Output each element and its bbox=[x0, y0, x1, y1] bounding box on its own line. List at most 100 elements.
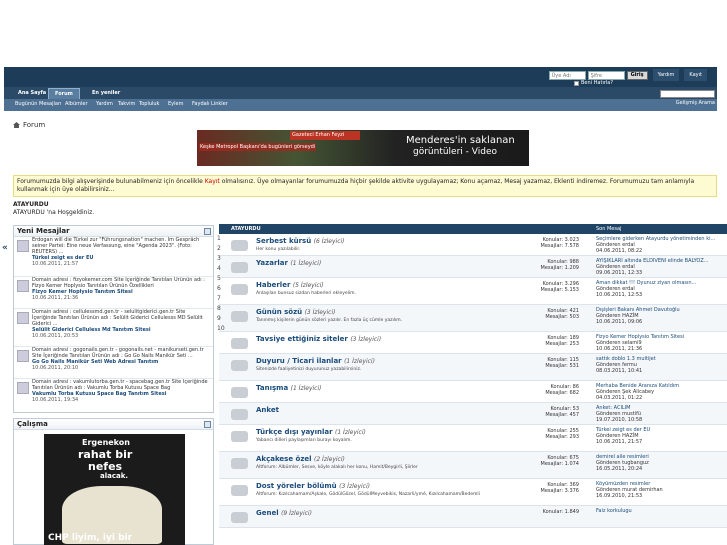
forum-row[interactable]: Dost yöreler bölümü (3 İzleyici) Altforu… bbox=[219, 479, 727, 506]
forum-section-title[interactable]: ATAYURDU bbox=[231, 224, 261, 234]
forum-title[interactable]: Yazarlar bbox=[256, 259, 288, 267]
last-post: Köyümüzden resimler Gönderen murat demir… bbox=[596, 481, 716, 499]
forum-row[interactable]: Serbest kürsü (6 İzleyici) Her konu yazı… bbox=[219, 234, 727, 256]
tab-forum[interactable]: Forum bbox=[48, 88, 80, 99]
forum-title-link[interactable]: Yazarlar (1 İzleyici) bbox=[256, 259, 321, 267]
forum-title-link[interactable]: Günün sözü (3 İzleyici) bbox=[256, 308, 335, 316]
post-count: Mesajlar: 503 bbox=[545, 314, 579, 320]
register-button[interactable]: Kayıt bbox=[684, 69, 707, 81]
password-field[interactable]: Şifre bbox=[587, 70, 625, 80]
forum-title[interactable]: Haberler bbox=[256, 281, 290, 289]
forum-row[interactable]: Türkçe dışı yayınlar (1 İzleyici) Yabanc… bbox=[219, 425, 727, 452]
forum-title[interactable]: Akçakese özel bbox=[256, 455, 312, 463]
forum-title-link[interactable]: Akçakese özel (2 İzleyici) bbox=[256, 455, 345, 463]
sub-nav: Bugünün Mesajları Albümler Yardım Takvim… bbox=[4, 99, 717, 111]
forum-stats: Konular: 988 Mesajlar: 1.209 bbox=[519, 259, 579, 271]
notice-text-1: Forumumuzda bilgi alışverişinde bulunabi… bbox=[17, 178, 205, 185]
subnav-community[interactable]: Topluluk bbox=[139, 99, 159, 110]
viewer-count: (3 İzleyici) bbox=[339, 483, 370, 490]
forum-title[interactable]: Serbest kürsü bbox=[256, 237, 311, 245]
forum-description: Anlaşılan bunsuz sizdan haberleri ekleye… bbox=[256, 291, 356, 296]
forum-row[interactable]: Akçakese özel (2 İzleyici) Altforum: Alb… bbox=[219, 452, 727, 479]
list-item[interactable]: Domain adresi : gogonails.gen.tr - gogon… bbox=[14, 347, 213, 379]
cartoon-line-5: CHP liyim, iyi bir bbox=[48, 533, 133, 543]
subnav-today[interactable]: Bugünün Mesajları bbox=[15, 99, 61, 110]
cartoon-line-4: alacak. bbox=[100, 472, 129, 480]
username-field[interactable]: Üye Adı bbox=[548, 70, 586, 80]
subnav-calendar[interactable]: Takvim bbox=[118, 99, 135, 110]
collapse-arrow-icon[interactable]: « bbox=[2, 243, 11, 254]
recent-posts-panel: Yeni Mesajlar Erdogan will die Türkei zu… bbox=[13, 225, 214, 413]
row-number: 1 bbox=[217, 235, 221, 242]
forum-title-link[interactable]: Tavsiye ettiğiniz siteler (3 İzleyici) bbox=[256, 335, 381, 343]
forum-title-link[interactable]: Serbest kürsü (6 İzleyici) bbox=[256, 237, 345, 245]
forum-status-icon bbox=[231, 512, 248, 523]
cartoon-image[interactable]: Ergenekon rahat bir nefes alacak. CHP li… bbox=[44, 434, 185, 545]
remember-checkbox[interactable] bbox=[574, 80, 579, 86]
forum-title[interactable]: Dost yöreler bölümü bbox=[256, 482, 337, 490]
row-number: 2 bbox=[217, 245, 221, 252]
forum-title[interactable]: Tanışma bbox=[256, 384, 288, 392]
row-number-column: 1 2 3 4 5 6 7 8 9 10 bbox=[217, 234, 226, 334]
list-item[interactable]: Domain adresi : cellulessmd.gen.tr - sel… bbox=[14, 309, 213, 347]
forum-title[interactable]: Türkçe dışı yayınlar bbox=[256, 428, 333, 436]
remember-label: Beni Hatırla? bbox=[581, 80, 613, 86]
forum-stats: Konular: 189 Mesajlar: 253 bbox=[519, 335, 579, 347]
forum-title[interactable]: Genel bbox=[256, 509, 279, 517]
breadcrumb-forum[interactable]: Forum bbox=[23, 121, 45, 129]
cartoon-line-1: Ergenekon bbox=[82, 438, 130, 447]
forum-title-link[interactable]: Tanışma (1 İzleyici) bbox=[256, 384, 321, 392]
remember-me[interactable]: Beni Hatırla? bbox=[574, 80, 613, 86]
forum-title-link[interactable]: Türkçe dışı yayınlar (1 İzleyici) bbox=[256, 428, 366, 436]
viewer-count: (1 İzleyici) bbox=[344, 358, 375, 365]
forum-title[interactable]: Günün sözü bbox=[256, 308, 302, 316]
subnav-help[interactable]: Yardım bbox=[96, 99, 113, 110]
forum-row[interactable]: Anket Konular: 53 Mesajlar: 457 Anket: AC… bbox=[219, 403, 727, 425]
last-post: Seçimlere giderken Atayurdu yönetiminden… bbox=[596, 236, 716, 254]
guest-notice: Forumumuzda bilgi alışverişinde bulunabi… bbox=[13, 175, 717, 197]
subnav-actions[interactable]: Eylem bbox=[168, 99, 183, 110]
forum-row[interactable]: Yazarlar (1 İzleyici) Konular: 988 Mesajl… bbox=[219, 256, 727, 278]
avatar bbox=[17, 350, 29, 362]
advanced-search-link[interactable]: Gelişmiş Arama bbox=[676, 100, 715, 106]
forum-stats: Konular: 369 Mesajlar: 3.376 bbox=[519, 482, 579, 494]
forum-title[interactable]: Anket bbox=[256, 406, 279, 414]
last-post: AYIŞIKLARI altında ELDİVENİ elinde BALYO… bbox=[596, 258, 716, 276]
forum-row[interactable]: Duyuru / Ticari ilanlar (1 İzleyici) Sit… bbox=[219, 354, 727, 381]
home-icon[interactable] bbox=[13, 122, 20, 128]
last-post-title[interactable]: Faiz korkulugu bbox=[596, 508, 716, 514]
notice-register-link[interactable]: Kayıt bbox=[205, 178, 220, 185]
tab-home[interactable]: Ana Sayfa bbox=[12, 88, 52, 99]
forum-title[interactable]: Tavsiye ettiğiniz siteler bbox=[256, 335, 348, 343]
row-number: 7 bbox=[217, 295, 221, 302]
header-bar: Üye Adı Şifre Giriş Yardım Kayıt Beni Ha… bbox=[4, 67, 717, 87]
forum-title-link[interactable]: Dost yöreler bölümü (3 İzleyici) bbox=[256, 482, 370, 490]
forum-row[interactable]: Haberler (5 İzleyici) Anlaşılan bunsuz s… bbox=[219, 278, 727, 305]
forum-row[interactable]: Günün sözü (3 İzleyici) Tanınmış kişiler… bbox=[219, 305, 727, 332]
list-item[interactable]: Domain adresi : fizyokemer.com Site İçer… bbox=[14, 277, 213, 309]
forum-title-link[interactable]: Anket bbox=[256, 406, 279, 414]
post-time: 10.06.2011, 20:53 bbox=[32, 333, 79, 339]
banner-tag: Gazeteci Erhan Feyzi bbox=[290, 131, 360, 140]
forum-title-link[interactable]: Duyuru / Ticari ilanlar (1 İzleyici) bbox=[256, 357, 375, 365]
login-button[interactable]: Giriş bbox=[626, 70, 648, 80]
last-post: Faiz korkulugu bbox=[596, 508, 716, 514]
forum-title-link[interactable]: Haberler (5 İzleyici) bbox=[256, 281, 324, 289]
tab-new[interactable]: En yeniler bbox=[86, 88, 126, 99]
collapse-icon[interactable] bbox=[204, 421, 211, 428]
help-button[interactable]: Yardım bbox=[652, 69, 680, 81]
subnav-links[interactable]: Faydalı Linkler bbox=[192, 99, 228, 110]
list-item[interactable]: Domain adresi : vakumlutorba.gen.tr - sp… bbox=[14, 379, 213, 413]
search-input[interactable] bbox=[660, 90, 715, 98]
forum-title[interactable]: Duyuru / Ticari ilanlar bbox=[256, 357, 342, 365]
forum-row[interactable]: Genel (9 İzleyici) Konular: 1.849 Faiz k… bbox=[219, 506, 727, 528]
forum-row[interactable]: Tanışma (1 İzleyici) Konular: 86 Mesajlar… bbox=[219, 381, 727, 403]
subnav-albums[interactable]: Albümler bbox=[65, 99, 88, 110]
forum-row[interactable]: Tavsiye ettiğiniz siteler (3 İzleyici) K… bbox=[219, 332, 727, 354]
forum-title-link[interactable]: Genel (9 İzleyici) bbox=[256, 509, 312, 517]
list-item[interactable]: Erdogan will die Türkei zur "Führungsnat… bbox=[14, 237, 213, 277]
post-excerpt: Domain adresi : fizyokemer.com Site İçer… bbox=[32, 277, 205, 289]
collapse-icon[interactable] bbox=[204, 228, 211, 235]
top-banner[interactable]: Gazeteci Erhan Feyzi Keşke Metropol Başk… bbox=[197, 130, 529, 166]
forum-stats: Konular: 255 Mesajlar: 293 bbox=[519, 428, 579, 440]
